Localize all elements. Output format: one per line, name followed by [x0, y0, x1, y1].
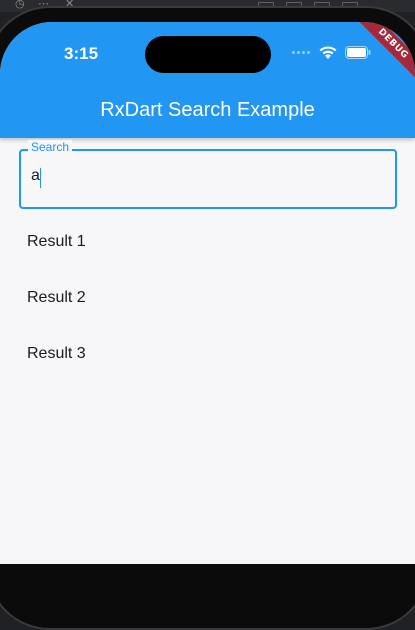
page-title: RxDart Search Example — [100, 99, 315, 121]
app-screen: 3:15 RxDart Search Example DEBUG Search … — [0, 22, 415, 564]
search-input-label: Search — [28, 140, 73, 154]
list-item[interactable]: Result 1 — [0, 214, 415, 270]
wifi-icon — [319, 46, 337, 59]
result-list: Result 1 Result 2 Result 3 — [0, 214, 415, 382]
list-item[interactable]: Result 3 — [0, 326, 415, 382]
search-input-value[interactable]: a — [31, 167, 40, 185]
battery-icon — [345, 46, 371, 59]
status-time: 3:15 — [64, 44, 99, 63]
list-item[interactable]: Result 2 — [0, 270, 415, 326]
app-bar: 3:15 RxDart Search Example — [0, 22, 415, 138]
clock-icon: ◷ — [15, 0, 25, 10]
dynamic-island — [145, 36, 271, 73]
text-cursor — [40, 168, 41, 188]
cellular-signal-icon — [292, 51, 312, 55]
search-input[interactable] — [19, 149, 397, 209]
